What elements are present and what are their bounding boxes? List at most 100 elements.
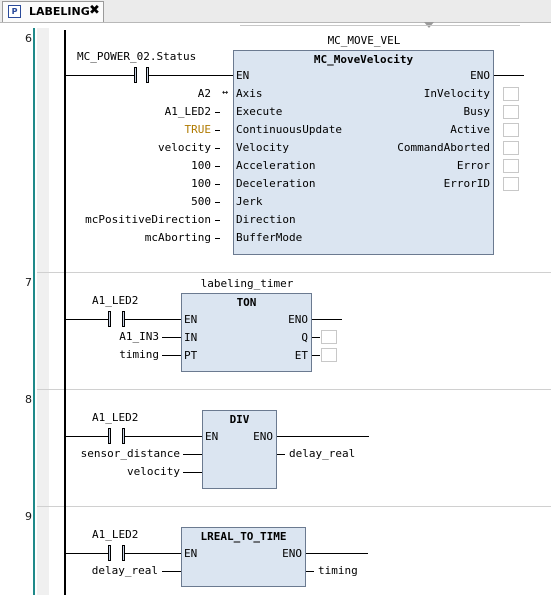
input-value-continuousupdate[interactable]: TRUE: [60, 123, 212, 137]
wire: [162, 571, 181, 572]
fb-output-pin: CommandAborted: [397, 141, 490, 154]
input-value-in[interactable]: A1_IN3: [60, 330, 159, 344]
fb-input-pin: Axis: [236, 87, 263, 100]
fb-output-pin: ENO: [470, 69, 490, 82]
wire: [66, 436, 108, 437]
fb-type-name: DIV: [229, 413, 250, 426]
input-value-axis[interactable]: A2: [60, 87, 211, 101]
wire: [162, 355, 181, 356]
input-value-divisor[interactable]: velocity: [60, 465, 180, 479]
output-var-box[interactable]: [503, 159, 519, 173]
input-value-in[interactable]: delay_real: [60, 564, 158, 578]
wire: [66, 553, 108, 554]
output-var-box[interactable]: [503, 87, 519, 101]
input-value-acceleration[interactable]: 100: [60, 159, 211, 173]
ruler-line: [240, 25, 520, 26]
link-icon: ↔: [222, 87, 229, 98]
fb-ton[interactable]: TON EN IN PT ENO Q ET: [181, 293, 312, 372]
wire: [183, 454, 202, 455]
gutter-band: [37, 28, 49, 595]
fb-instance-name[interactable]: MC_MOVE_VEL: [234, 34, 494, 48]
output-var-box[interactable]: [503, 105, 519, 119]
contact-left[interactable]: [108, 428, 111, 444]
fb-input-pin: Deceleration: [236, 177, 316, 190]
wire: [312, 337, 320, 338]
input-value-jerk[interactable]: 500: [60, 195, 211, 209]
network-separator: [37, 389, 551, 390]
wire: [183, 472, 202, 473]
fb-type-name: TON: [236, 296, 257, 309]
wire: [125, 319, 182, 320]
fb-input-pin: ContinuousUpdate: [236, 123, 342, 136]
fb-input-pin: Velocity: [236, 141, 289, 154]
pin-stub: [215, 166, 220, 167]
tab-labeling[interactable]: P LABELING ✖: [2, 1, 104, 22]
contact-left[interactable]: [108, 311, 111, 327]
fb-output-pin: Q: [301, 331, 308, 344]
fb-type-name: MC_MoveVelocity: [313, 53, 414, 66]
contact-variable[interactable]: A1_LED2: [92, 411, 138, 425]
fb-output-pin: ENO: [253, 430, 273, 443]
contact-variable[interactable]: A1_LED2: [92, 294, 138, 308]
fb-input-pin: EN: [205, 430, 219, 443]
fb-output-pin: ErrorID: [443, 177, 490, 190]
fb-input-pin: Execute: [236, 105, 283, 118]
wire: [306, 571, 314, 572]
output-var-box[interactable]: [503, 141, 519, 155]
output-var-box[interactable]: [503, 177, 519, 191]
fb-output-pin: InVelocity: [423, 87, 490, 100]
input-value-velocity[interactable]: velocity: [60, 141, 211, 155]
fb-output-pin: Error: [456, 159, 490, 172]
eno-wire: [306, 553, 368, 554]
fb-output-pin: Active: [450, 123, 490, 136]
output-var-box[interactable]: [321, 330, 337, 344]
output-var-box[interactable]: [503, 123, 519, 137]
output-value-result[interactable]: timing: [318, 564, 358, 578]
close-icon[interactable]: ✖: [89, 3, 100, 18]
fb-lreal-to-time[interactable]: LREAL_TO_TIME EN ENO: [181, 527, 306, 587]
fb-input-pin: EN: [184, 313, 198, 326]
input-value-dividend[interactable]: sensor_distance: [60, 447, 180, 461]
fb-div[interactable]: DIV EN ENO: [202, 410, 277, 489]
input-value-execute[interactable]: A1_LED2: [60, 105, 211, 119]
input-value-deceleration[interactable]: 100: [60, 177, 211, 191]
input-value-pt[interactable]: timing: [60, 348, 159, 362]
network-number-9[interactable]: 9: [25, 510, 32, 523]
pin-stub: [215, 202, 220, 203]
wire: [277, 454, 285, 455]
network-separator: [37, 272, 551, 273]
contact-variable[interactable]: A1_LED2: [92, 528, 138, 542]
wire: [312, 355, 320, 356]
input-value-buffermode[interactable]: mcAborting: [60, 231, 211, 245]
editor-tab-bar: P LABELING ✖: [0, 0, 551, 23]
contact-left[interactable]: [108, 545, 111, 561]
input-value-direction[interactable]: mcPositiveDirection: [60, 213, 211, 227]
fb-mc-movevelocity[interactable]: MC_MoveVelocity EN Axis Execute Continuo…: [233, 50, 494, 255]
wire: [66, 319, 108, 320]
wire: [125, 553, 181, 554]
eno-wire: [312, 319, 342, 320]
pin-stub: [215, 220, 220, 221]
network-number-7[interactable]: 7: [25, 276, 32, 289]
contact-left[interactable]: [134, 67, 137, 83]
gutter-marker: [33, 28, 35, 595]
tab-label: LABELING: [29, 5, 90, 18]
wire: [162, 337, 181, 338]
contact-variable[interactable]: MC_POWER_02.Status: [77, 50, 196, 64]
eno-wire: [277, 436, 369, 437]
network-number-6[interactable]: 6: [25, 32, 32, 45]
output-var-box[interactable]: [321, 348, 337, 362]
pin-stub: [215, 148, 220, 149]
pin-stub: [215, 112, 220, 113]
fb-instance-name[interactable]: labeling_timer: [182, 277, 312, 291]
wire: [125, 436, 202, 437]
fb-output-pin: ET: [294, 349, 308, 362]
st-program-icon: P: [8, 5, 21, 18]
fb-output-pin: Busy: [463, 105, 491, 118]
network-number-8[interactable]: 8: [25, 393, 32, 406]
fb-input-pin: Jerk: [236, 195, 263, 208]
pin-stub: [215, 238, 220, 239]
output-value-result[interactable]: delay_real: [289, 447, 355, 461]
fb-input-pin: Acceleration: [236, 159, 316, 172]
pin-stub: [215, 184, 220, 185]
